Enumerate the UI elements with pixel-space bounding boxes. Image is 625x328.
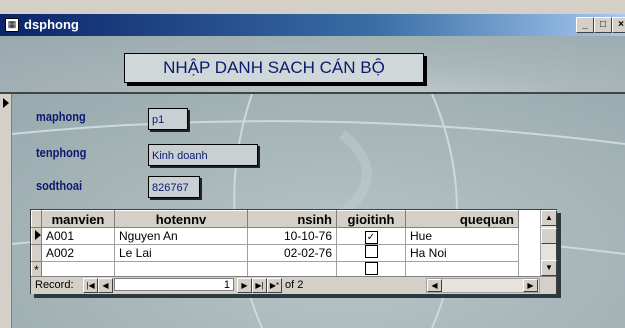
access-form-window: ▦ dsphong _ □ × NHẬP DANH SACH CÁN BỘ ma… [0,0,625,328]
column-header-gioitinh[interactable]: gioitinh [336,210,406,228]
horizontal-scrollbar[interactable]: ◀ ▶ [426,278,540,293]
scroll-left-icon[interactable]: ◀ [427,279,442,292]
scroll-down-icon[interactable]: ▼ [541,260,557,276]
form-icon[interactable]: ▦ [5,18,19,32]
cell-manvien[interactable]: A002 [41,244,115,262]
cell-quequan[interactable]: Hue [405,227,519,245]
employee-subform[interactable]: manvien hotennv nsinh gioitinh quequan A… [30,209,557,294]
gioitinh-checkbox-unchecked[interactable] [364,245,378,258]
cell-nsinh[interactable]: 02-02-76 [247,244,337,262]
maphong-field[interactable]: p1 [148,108,188,130]
record-number-input[interactable]: 1 [114,278,234,291]
table-row[interactable]: A001 Nguyen An 10-10-76 ✓ Hue [31,227,519,245]
cell-quequan[interactable]: Ha Noi [405,244,519,262]
scroll-up-icon[interactable]: ▲ [541,210,557,226]
title-bar[interactable]: ▦ dsphong _ □ × [0,14,625,36]
cell-hotennv[interactable]: Le Lai [114,244,248,262]
prev-record-icon[interactable]: ◀ [98,278,113,293]
record-count: of 2 [285,279,304,291]
top-strip [0,0,625,14]
next-record-icon[interactable]: ▶ [237,278,252,293]
vertical-scrollbar[interactable]: ▲ ▼ [540,210,557,276]
form-heading: NHẬP DANH SACH CÁN BỘ [124,53,424,83]
row-selector[interactable] [31,244,42,262]
cell-gioitinh[interactable] [336,244,406,262]
record-selector[interactable] [0,94,12,328]
cell-hotennv[interactable]: Nguyen An [114,227,248,245]
column-header-manvien[interactable]: manvien [41,210,115,228]
gioitinh-checkbox-new[interactable] [364,262,378,275]
close-button[interactable]: × [612,17,625,33]
table-row[interactable]: A002 Le Lai 02-02-76 Ha Noi [31,244,519,262]
datasheet-header-row: manvien hotennv nsinh gioitinh quequan [31,210,519,228]
record-navigator: Record: |◀ ◀ 1 ▶ ▶| ▶* of 2 ◀ ▶ [31,276,556,294]
sodthoai-field[interactable]: 826767 [148,176,200,198]
tenphong-label: tenphong [36,145,87,160]
sodthoai-label: sodthoai [36,178,83,193]
form-body: NHẬP DANH SACH CÁN BỘ maphong p1 tenphon… [0,36,625,328]
tenphong-field[interactable]: Kinh doanh [148,144,258,166]
form-header: NHẬP DANH SACH CÁN BỘ [0,36,625,94]
window-title: dsphong [24,17,79,32]
scroll-thumb[interactable] [541,228,557,244]
current-record-icon [3,98,9,108]
scroll-right-icon[interactable]: ▶ [523,279,538,292]
record-label: Record: [35,279,74,291]
row-selector[interactable] [31,227,42,245]
current-row-icon [35,230,41,240]
maphong-label: maphong [36,109,86,124]
first-record-icon[interactable]: |◀ [83,278,98,293]
employee-datasheet: manvien hotennv nsinh gioitinh quequan A… [31,210,519,279]
corner-selector[interactable] [31,210,42,228]
gioitinh-checkbox-checked[interactable]: ✓ [364,230,378,244]
column-header-nsinh[interactable]: nsinh [247,210,337,228]
cell-manvien[interactable]: A001 [41,227,115,245]
column-header-hotennv[interactable]: hotennv [114,210,248,228]
cell-nsinh[interactable]: 10-10-76 [247,227,337,245]
column-header-quequan[interactable]: quequan [405,210,519,228]
last-record-icon[interactable]: ▶| [252,278,267,293]
minimize-button[interactable]: _ [576,17,594,33]
cell-gioitinh[interactable]: ✓ [336,227,406,245]
maximize-button[interactable]: □ [594,17,612,33]
new-record-nav-icon[interactable]: ▶* [267,278,282,293]
